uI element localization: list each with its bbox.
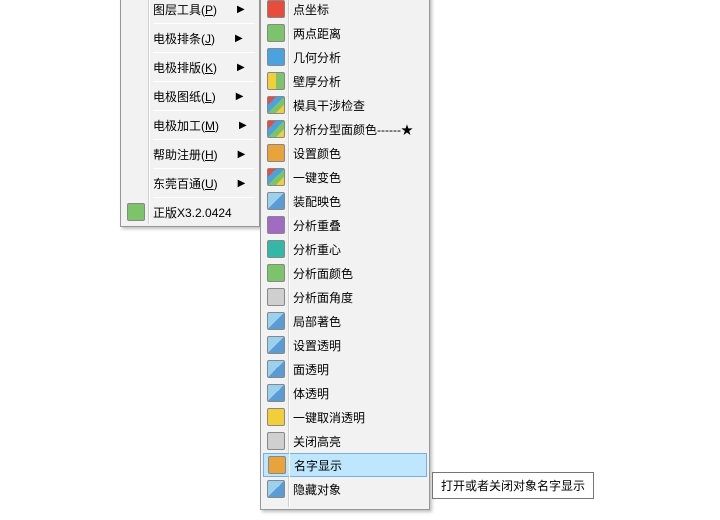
submenu-item-label: 两点距离 <box>293 25 407 42</box>
submenu-item-label: 名字显示 <box>294 457 406 474</box>
submenu-item-9[interactable]: 分析重叠 <box>263 213 427 237</box>
submenu-item-icon <box>267 120 285 138</box>
submenu-item-label: 关闭高亮 <box>293 433 407 450</box>
submenu-item-label: 装配映色 <box>293 193 407 210</box>
menu-item-label: 帮助注册(H) <box>153 146 218 163</box>
submenu-arrow-icon: ▶ <box>218 178 246 189</box>
menu-separator <box>153 110 255 111</box>
submenu-item-icon <box>267 264 285 282</box>
submenu-item-19[interactable]: 名字显示 <box>263 453 427 477</box>
menu-item-0[interactable]: 图层工具(P)▶ <box>123 0 257 21</box>
menu-item-label: 电极排条(J) <box>153 30 215 47</box>
app-icon <box>127 203 145 221</box>
menu-item-6[interactable]: 东莞百通(U)▶ <box>123 171 257 195</box>
menu-separator <box>153 168 255 169</box>
submenu-item-6[interactable]: 设置颜色 <box>263 141 427 165</box>
menu-item-label: 电极排版(K) <box>153 59 217 76</box>
submenu-item-18[interactable]: 关闭高亮 <box>263 429 427 453</box>
submenu-item-5[interactable]: 分析分型面颜色------★ <box>263 117 427 141</box>
submenu-arrow-icon: ▶ <box>218 149 246 160</box>
submenu-item-1[interactable]: 两点距离 <box>263 21 427 45</box>
submenu-item-icon <box>267 48 285 66</box>
menu-item-label: 电极加工(M) <box>153 117 219 134</box>
submenu-arrow-icon: ▶ <box>217 4 245 15</box>
submenu-item-label: 分析分型面颜色------★ <box>293 121 413 138</box>
submenu-item-icon <box>267 360 285 378</box>
submenu-item-label: 分析面角度 <box>293 289 407 306</box>
menu-item-5[interactable]: 帮助注册(H)▶ <box>123 142 257 166</box>
submenu-item-16[interactable]: 体透明 <box>263 381 427 405</box>
menu-item-label: 东莞百通(U) <box>153 175 218 192</box>
menu-separator <box>153 23 255 24</box>
submenu-item-icon <box>267 192 285 210</box>
submenu-arrow-icon: ▶ <box>217 62 245 73</box>
menu-item-4[interactable]: 电极加工(M)▶ <box>123 113 257 137</box>
submenu-item-12[interactable]: 分析面角度 <box>263 285 427 309</box>
submenu-item-label: 一键取消透明 <box>293 409 407 426</box>
menu-item-label: 电极图纸(L) <box>153 88 216 105</box>
submenu-item-14[interactable]: 设置透明 <box>263 333 427 357</box>
submenu-arrow-icon: ▶ <box>215 33 243 44</box>
menu-item-7[interactable]: 正版X3.2.0424 <box>123 200 257 224</box>
submenu-item-icon <box>267 24 285 42</box>
submenu: 点坐标两点距离几何分析壁厚分析模具干涉检查分析分型面颜色------★ 设置颜色一… <box>260 0 430 510</box>
menu-item-label: 图层工具(P) <box>153 1 217 18</box>
menu-item-2[interactable]: 电极排版(K)▶ <box>123 55 257 79</box>
menu-separator <box>153 197 255 198</box>
submenu-item-label: 设置颜色 <box>293 145 407 162</box>
submenu-item-label: 壁厚分析 <box>293 73 407 90</box>
submenu-item-20[interactable]: 隐藏对象 <box>263 477 427 501</box>
submenu-item-label: 几何分析 <box>293 49 407 66</box>
submenu-item-label: 分析面颜色 <box>293 265 407 282</box>
submenu-item-label: 面透明 <box>293 361 407 378</box>
submenu-item-11[interactable]: 分析面颜色 <box>263 261 427 285</box>
submenu-item-icon <box>267 240 285 258</box>
submenu-item-icon <box>267 0 285 18</box>
submenu-arrow-icon: ▶ <box>216 91 244 102</box>
submenu-arrow-icon: ▶ <box>219 120 247 131</box>
submenu-item-icon <box>267 144 285 162</box>
submenu-item-4[interactable]: 模具干涉检查 <box>263 93 427 117</box>
submenu-item-label: 分析重心 <box>293 241 407 258</box>
submenu-item-icon <box>267 480 285 498</box>
submenu-item-label: 模具干涉检查 <box>293 97 407 114</box>
submenu-item-icon <box>267 72 285 90</box>
menu-item-1[interactable]: 电极排条(J)▶ <box>123 26 257 50</box>
submenu-item-icon <box>267 408 285 426</box>
menu-separator <box>153 81 255 82</box>
submenu-item-3[interactable]: 壁厚分析 <box>263 69 427 93</box>
menu-item-3[interactable]: 电极图纸(L)▶ <box>123 84 257 108</box>
submenu-item-13[interactable]: 局部著色 <box>263 309 427 333</box>
submenu-item-icon <box>268 456 286 474</box>
submenu-item-icon <box>267 288 285 306</box>
submenu-item-icon <box>267 384 285 402</box>
menu-separator <box>153 52 255 53</box>
submenu-item-icon <box>267 96 285 114</box>
tooltip: 打开或者关闭对象名字显示 <box>432 472 594 499</box>
submenu-item-10[interactable]: 分析重心 <box>263 237 427 261</box>
submenu-item-15[interactable]: 面透明 <box>263 357 427 381</box>
submenu-item-0[interactable]: 点坐标 <box>263 0 427 21</box>
submenu-item-label: 局部著色 <box>293 313 407 330</box>
submenu-item-2[interactable]: 几何分析 <box>263 45 427 69</box>
menu-item-label: 正版X3.2.0424 <box>153 204 237 221</box>
submenu-item-label: 体透明 <box>293 385 407 402</box>
menu-separator <box>153 139 255 140</box>
submenu-item-label: 设置透明 <box>293 337 407 354</box>
submenu-item-8[interactable]: 装配映色 <box>263 189 427 213</box>
submenu-item-7[interactable]: 一键变色 <box>263 165 427 189</box>
submenu-item-icon <box>267 432 285 450</box>
submenu-item-label: 一键变色 <box>293 169 407 186</box>
submenu-item-icon <box>267 216 285 234</box>
submenu-item-17[interactable]: 一键取消透明 <box>263 405 427 429</box>
submenu-item-icon <box>267 168 285 186</box>
parent-context-menu: 图层工具(P)▶电极排条(J)▶电极排版(K)▶电极图纸(L)▶电极加工(M)▶… <box>120 0 260 227</box>
submenu-item-label: 点坐标 <box>293 1 407 18</box>
submenu-item-label: 隐藏对象 <box>293 481 407 498</box>
submenu-item-icon <box>267 336 285 354</box>
submenu-item-icon <box>267 312 285 330</box>
submenu-item-label: 分析重叠 <box>293 217 407 234</box>
